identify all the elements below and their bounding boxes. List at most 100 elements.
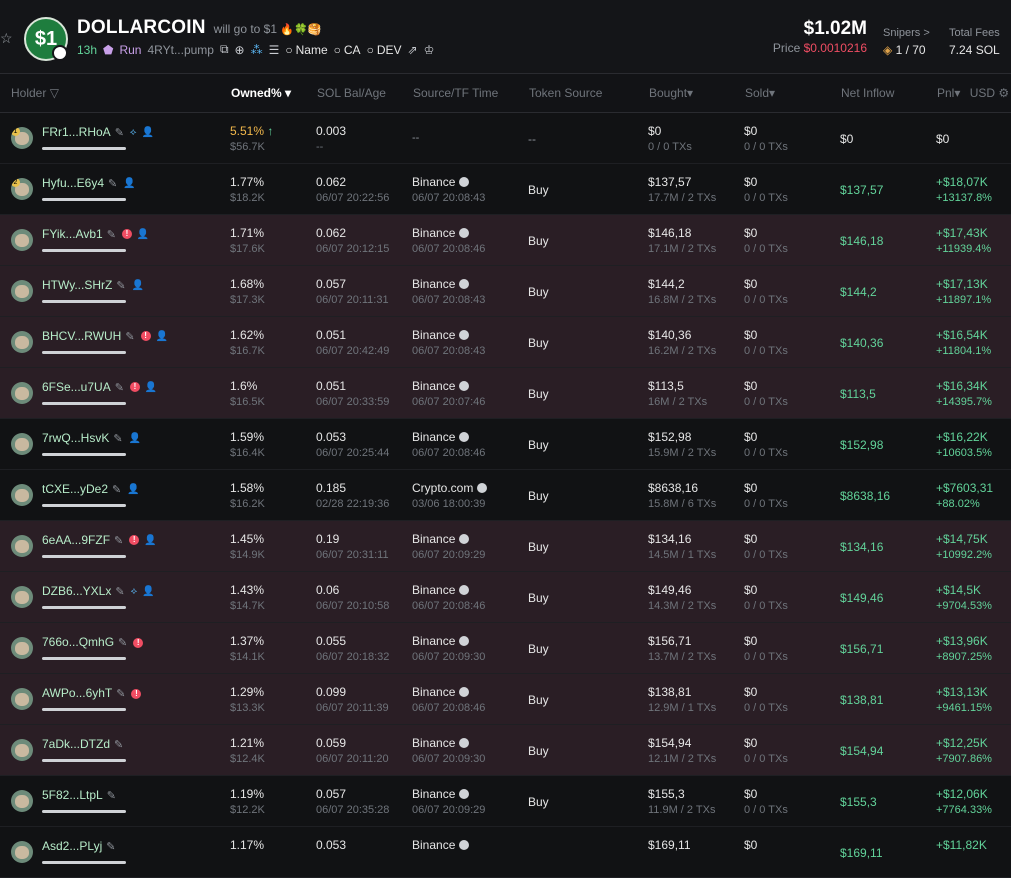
funding-source[interactable]: Binance bbox=[412, 175, 470, 189]
holder-address[interactable]: 7rwQ...HsvK ✎ 👤 bbox=[42, 431, 141, 445]
holder-address-text[interactable]: BHCV...RWUH bbox=[42, 329, 121, 343]
funding-source[interactable]: Binance bbox=[412, 583, 470, 597]
holder-address-text[interactable]: FYik...Avb1 bbox=[42, 227, 103, 241]
edit-icon[interactable]: ✎ bbox=[125, 331, 134, 343]
holder-address[interactable]: 7aDk...DTZd ✎ bbox=[42, 737, 129, 751]
funding-source[interactable]: Binance bbox=[412, 736, 470, 750]
search-ca-link[interactable]: ○ CA bbox=[334, 43, 361, 57]
table-row[interactable]: 2 Hyfu...E6y4 ✎ 👤 1.77% $18.2K 0.062 06/07 20:2… bbox=[0, 164, 1011, 215]
contract-address[interactable]: 4RYt...pump bbox=[147, 43, 213, 57]
funding-source[interactable]: Crypto.com bbox=[412, 481, 488, 495]
holder-address-text[interactable]: HTWy...SHrZ bbox=[42, 278, 112, 292]
table-row[interactable]: DZB6...YXLx ✎ ⟡ 👤 1.43% $14.7K 0.06 06/07 20:10… bbox=[0, 572, 1011, 623]
holder-address[interactable]: 6eAA...9FZF ✎! 👤 bbox=[42, 533, 157, 547]
table-row[interactable]: 6FSe...u7UA ✎! 👤 1.6% $16.5K 0.051 06/07 20:33… bbox=[0, 368, 1011, 419]
funding-source[interactable]: Binance bbox=[412, 634, 470, 648]
edit-icon[interactable]: ✎ bbox=[116, 688, 125, 700]
holder-address-text[interactable]: FRr1...RHoA bbox=[42, 125, 111, 139]
holder-address[interactable]: FRr1...RHoA ✎ ⟡ 👤 bbox=[42, 125, 154, 139]
funding-source[interactable]: Binance bbox=[412, 277, 470, 291]
holder-address-text[interactable]: 766o...QmhG bbox=[42, 635, 114, 649]
col-source[interactable]: Source/TF Time bbox=[413, 86, 498, 100]
funding-source[interactable]: Binance bbox=[412, 430, 470, 444]
holder-address[interactable]: DZB6...YXLx ✎ ⟡ 👤 bbox=[42, 584, 155, 598]
holder-address[interactable]: FYik...Avb1 ✎! 👤 bbox=[42, 227, 149, 241]
table-row[interactable]: BHCV...RWUH ✎! 👤 1.62% $16.7K 0.051 06/07 20:4… bbox=[0, 317, 1011, 368]
holder-address-text[interactable]: Hyfu...E6y4 bbox=[42, 176, 104, 190]
edit-icon[interactable]: ✎ bbox=[108, 178, 117, 190]
table-row[interactable]: FYik...Avb1 ✎! 👤 1.71% $17.6K 0.062 06/07 20:1… bbox=[0, 215, 1011, 266]
table-row[interactable]: 5F82...LtpL ✎ 1.19% $12.2K 0.057 06/07 20:35:… bbox=[0, 776, 1011, 827]
filter-icon[interactable]: ▽ bbox=[50, 86, 59, 100]
table-row[interactable]: 6eAA...9FZF ✎! 👤 1.45% $14.9K 0.19 06/07 20:31… bbox=[0, 521, 1011, 572]
funding-source[interactable]: Binance bbox=[412, 685, 470, 699]
share-icon[interactable]: ⇗ bbox=[408, 43, 418, 57]
col-sold[interactable]: Sold▾ bbox=[745, 86, 775, 100]
edit-icon[interactable]: ✎ bbox=[115, 586, 124, 598]
holder-address-text[interactable]: 7rwQ...HsvK bbox=[42, 431, 109, 445]
funding-source[interactable]: -- bbox=[412, 132, 419, 144]
edit-icon[interactable]: ✎ bbox=[115, 382, 124, 394]
edit-icon[interactable]: ✎ bbox=[107, 790, 116, 802]
funding-source[interactable]: Binance bbox=[412, 379, 470, 393]
currency-toggle[interactable]: USD bbox=[970, 86, 995, 100]
table-row[interactable]: AWPo...6yhT ✎! 1.29% $13.3K 0.099 06/07 20:11… bbox=[0, 674, 1011, 725]
funding-source[interactable]: Binance bbox=[412, 328, 470, 342]
owned-percent: 1.29% bbox=[230, 685, 264, 699]
copy-icon[interactable]: ⧉ bbox=[220, 42, 229, 57]
table-row[interactable]: 7aDk...DTZd ✎ 1.21% $12.4K 0.059 06/07 20:11:… bbox=[0, 725, 1011, 776]
col-pnl[interactable]: Pnl▾ USD ⚙ bbox=[937, 86, 1009, 100]
edit-icon[interactable]: ✎ bbox=[112, 484, 121, 496]
holder-address-text[interactable]: 5F82...LtpL bbox=[42, 788, 103, 802]
funding-source[interactable]: Binance bbox=[412, 787, 470, 801]
favorite-star-icon[interactable]: ☆ bbox=[0, 30, 13, 47]
edit-icon[interactable]: ✎ bbox=[107, 229, 116, 241]
holder-address[interactable]: 5F82...LtpL ✎ bbox=[42, 788, 122, 802]
col-bought[interactable]: Bought▾ bbox=[649, 86, 693, 100]
edit-icon[interactable]: ✎ bbox=[118, 637, 127, 649]
col-sol[interactable]: SOL Bal/Age bbox=[317, 86, 386, 100]
settings-icon[interactable]: ⚙ bbox=[998, 86, 1009, 100]
holder-address[interactable]: BHCV...RWUH ✎! 👤 bbox=[42, 329, 168, 343]
table-row[interactable]: 1 FRr1...RHoA ✎ ⟡ 👤 5.51% ↑ $56.7K 0.003 -- -- -- $… bbox=[0, 113, 1011, 164]
holder-address[interactable]: HTWy...SHrZ ✎ 👤 bbox=[42, 278, 144, 292]
holder-address-text[interactable]: Asd2...PLyj bbox=[42, 839, 102, 853]
edit-icon[interactable]: ✎ bbox=[116, 280, 125, 292]
globe-icon[interactable]: ⊕ bbox=[235, 43, 245, 57]
search-dev-link[interactable]: ○ DEV bbox=[367, 43, 402, 57]
edit-icon[interactable]: ✎ bbox=[106, 841, 115, 853]
menu-circle-icon[interactable]: ☰ bbox=[269, 43, 280, 57]
table-row[interactable]: tCXE...yDe2 ✎ 👤 1.58% $16.2K 0.185 02/28 22:19… bbox=[0, 470, 1011, 521]
edit-icon[interactable]: ✎ bbox=[114, 739, 123, 751]
holder-address-text[interactable]: AWPo...6yhT bbox=[42, 686, 112, 700]
funding-source[interactable]: Binance bbox=[412, 838, 470, 852]
col-holder[interactable]: Holder ▽ bbox=[11, 86, 59, 100]
crown-icon[interactable]: ♔ bbox=[424, 43, 435, 57]
table-row[interactable]: 7rwQ...HsvK ✎ 👤 1.59% $16.4K 0.053 06/07 20:25… bbox=[0, 419, 1011, 470]
table-row[interactable]: 766o...QmhG ✎! 1.37% $14.1K 0.055 06/07 20:18… bbox=[0, 623, 1011, 674]
holder-address[interactable]: 6FSe...u7UA ✎! 👤 bbox=[42, 380, 157, 394]
snipers-label[interactable]: Snipers > bbox=[883, 27, 930, 39]
col-owned[interactable]: Owned% ▾ bbox=[231, 86, 291, 100]
edit-icon[interactable]: ✎ bbox=[114, 535, 123, 547]
community-icon[interactable]: ⁂ bbox=[251, 43, 263, 57]
holder-address[interactable]: AWPo...6yhT ✎! bbox=[42, 686, 142, 700]
holder-address-text[interactable]: tCXE...yDe2 bbox=[42, 482, 108, 496]
funding-source[interactable]: Binance bbox=[412, 532, 470, 546]
col-token-source[interactable]: Token Source bbox=[529, 86, 602, 100]
holder-address[interactable]: 766o...QmhG ✎! bbox=[42, 635, 144, 649]
holder-address[interactable]: tCXE...yDe2 ✎ 👤 bbox=[42, 482, 140, 496]
holder-address-text[interactable]: 6FSe...u7UA bbox=[42, 380, 111, 394]
edit-icon[interactable]: ✎ bbox=[113, 433, 122, 445]
edit-icon[interactable]: ✎ bbox=[115, 127, 124, 139]
holder-address-text[interactable]: DZB6...YXLx bbox=[42, 584, 111, 598]
search-name-link[interactable]: ○ Name bbox=[285, 43, 327, 57]
funding-source[interactable]: Binance bbox=[412, 226, 470, 240]
holder-address[interactable]: Asd2...PLyj ✎ bbox=[42, 839, 121, 853]
holder-address-text[interactable]: 7aDk...DTZd bbox=[42, 737, 110, 751]
table-row[interactable]: Asd2...PLyj ✎ 1.17% 0.053 Binance $169,11 $0 $1… bbox=[0, 827, 1011, 878]
table-row[interactable]: HTWy...SHrZ ✎ 👤 1.68% $17.3K 0.057 06/07 20:11… bbox=[0, 266, 1011, 317]
col-inflow[interactable]: Net Inflow bbox=[841, 86, 894, 100]
holder-address[interactable]: Hyfu...E6y4 ✎ 👤 bbox=[42, 176, 136, 190]
holder-address-text[interactable]: 6eAA...9FZF bbox=[42, 533, 110, 547]
